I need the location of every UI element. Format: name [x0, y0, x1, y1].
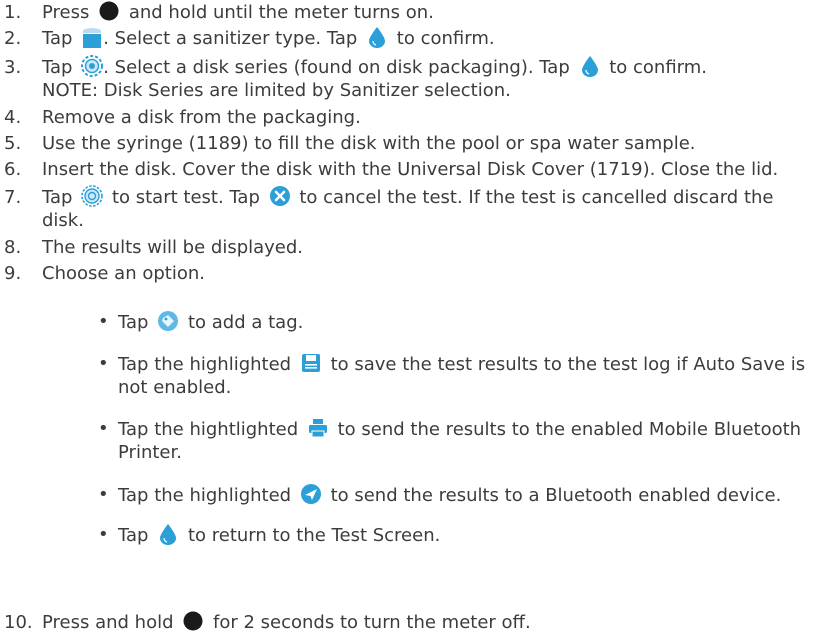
- water-drop-icon: [157, 523, 179, 545]
- step-10: 10. Press and hold for 2 seconds to turn …: [4, 610, 531, 633]
- step-6: 6. Insert the disk. Cover the disk with t…: [4, 159, 779, 180]
- option-add-tag: • Tap to add a tag.: [98, 310, 304, 333]
- step-1: 1. Press and hold until the meter turns o…: [4, 0, 434, 23]
- printer-icon: [307, 417, 329, 439]
- water-drop-icon: [366, 26, 388, 48]
- send-icon: [300, 483, 322, 505]
- save-icon: [300, 352, 322, 374]
- disk-series-icon: [81, 55, 104, 77]
- option-send: • Tap the highlighted to send the result…: [98, 483, 782, 506]
- sanitizer-bucket-icon: [81, 26, 103, 48]
- cancel-x-icon: [269, 185, 291, 207]
- instructions-document: 1. Press and hold until the meter turns o…: [0, 0, 825, 643]
- step-8: 8. The results will be displayed.: [4, 237, 304, 258]
- power-button-icon: [182, 610, 204, 632]
- option-return: • Tap to return to the Test Screen.: [98, 523, 441, 546]
- step-4: 4. Remove a disk from the packaging.: [4, 107, 361, 128]
- step-3: 3. Tap . Select a disk series (found on d…: [4, 55, 708, 101]
- option-save: • Tap the highlighted to save the test r…: [98, 352, 806, 398]
- step-7: 7. Tap to start test. Tap to cancel the t…: [4, 185, 774, 231]
- water-drop-icon: [579, 55, 601, 77]
- power-button-icon: [98, 0, 120, 22]
- start-test-icon: [81, 185, 104, 207]
- tag-icon: [157, 310, 179, 332]
- step-9: 9. Choose an option.: [4, 263, 205, 284]
- step-2: 2. Tap . Select a sanitizer type. Tap to …: [4, 26, 495, 49]
- step-5: 5. Use the syringe (1189) to fill the dis…: [4, 133, 696, 154]
- option-print: • Tap the hightlighted to send the resul…: [98, 417, 802, 463]
